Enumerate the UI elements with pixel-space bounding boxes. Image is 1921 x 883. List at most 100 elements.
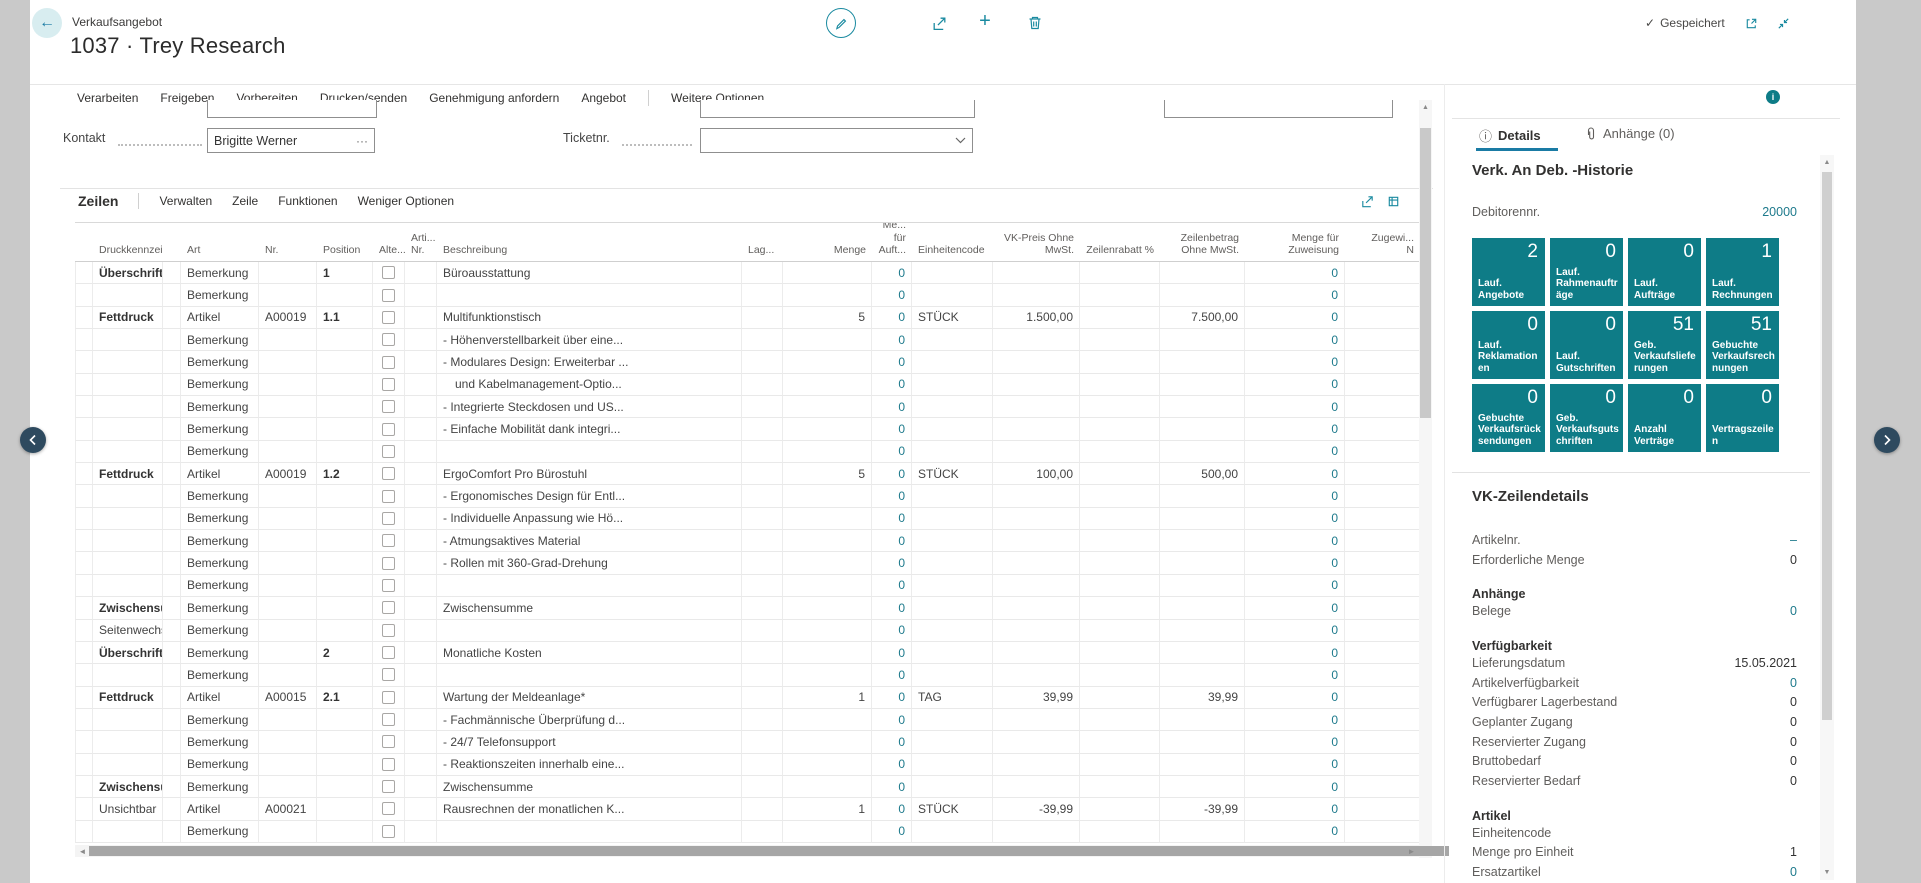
cell-einheit[interactable]: STÜCK bbox=[912, 306, 993, 330]
tab-attachments[interactable]: Anhänge (0) bbox=[1585, 126, 1675, 141]
cell-pos[interactable] bbox=[317, 597, 373, 620]
cell-sp[interactable] bbox=[163, 306, 181, 330]
cell-betrag[interactable] bbox=[1160, 440, 1245, 464]
cell-nr[interactable] bbox=[259, 641, 317, 665]
cell-artinr[interactable] bbox=[405, 396, 437, 419]
column-header-druck[interactable]: Druckkennzeic... bbox=[93, 223, 163, 261]
cell-einheit[interactable] bbox=[912, 396, 993, 419]
cell-rabatt[interactable] bbox=[1080, 306, 1160, 330]
cell-betrag[interactable]: -39,99 bbox=[1160, 798, 1245, 821]
column-header-einheit[interactable]: Einheitencode bbox=[912, 223, 993, 261]
cell-zugewi[interactable] bbox=[1345, 708, 1420, 732]
cell-menge[interactable] bbox=[783, 574, 872, 598]
lines-menu-item-1[interactable]: Zeile bbox=[232, 194, 258, 208]
cell-mengezuw[interactable]: 0 bbox=[1245, 708, 1345, 732]
cell-artinr[interactable] bbox=[405, 753, 437, 776]
cell-alte[interactable] bbox=[373, 641, 405, 665]
cell-zugewi[interactable] bbox=[1345, 552, 1420, 575]
cell-zugewi[interactable] bbox=[1345, 507, 1420, 531]
cell-alte[interactable] bbox=[373, 306, 405, 330]
cell-zugewi[interactable] bbox=[1345, 641, 1420, 665]
cell-einheit[interactable] bbox=[912, 775, 993, 799]
checkbox[interactable] bbox=[382, 824, 395, 838]
cell-alte[interactable] bbox=[373, 507, 405, 531]
cell-vkpreis[interactable] bbox=[993, 753, 1080, 776]
history-tile-9[interactable]: 0 Geb. Verkaufsgutschriften bbox=[1550, 384, 1623, 452]
cell-alte[interactable] bbox=[373, 686, 405, 709]
cell-druck[interactable] bbox=[93, 329, 163, 352]
cell-artinr[interactable] bbox=[405, 664, 437, 687]
cell-desc[interactable] bbox=[437, 440, 742, 464]
cell-menge[interactable]: 1 bbox=[783, 686, 872, 709]
cell-alte[interactable] bbox=[373, 463, 405, 486]
cell-art[interactable]: Bemerkung bbox=[181, 574, 259, 598]
cell-auft[interactable]: 0 bbox=[872, 440, 912, 464]
cell-lag[interactable] bbox=[742, 396, 783, 419]
ticketnr-field[interactable] bbox=[700, 128, 973, 153]
cell-lag[interactable] bbox=[742, 329, 783, 352]
cell-pos[interactable] bbox=[317, 507, 373, 531]
cell-pos[interactable] bbox=[317, 731, 373, 754]
history-tile-10[interactable]: 0 Anzahl Verträge bbox=[1628, 384, 1701, 452]
cell-artinr[interactable] bbox=[405, 284, 437, 307]
cell-artinr[interactable] bbox=[405, 597, 437, 620]
cell-desc[interactable]: - Höhenverstellbarkeit über eine... bbox=[437, 329, 742, 352]
vertical-scrollbar-thumb[interactable] bbox=[1420, 128, 1431, 418]
cell-artinr[interactable] bbox=[405, 619, 437, 642]
cell-auft[interactable]: 0 bbox=[872, 820, 912, 843]
cell-pos[interactable] bbox=[317, 820, 373, 843]
cell-mengezuw[interactable]: 0 bbox=[1245, 686, 1345, 709]
cell-artinr[interactable] bbox=[405, 820, 437, 843]
history-tile-7[interactable]: 51 Gebuchte Verkaufsrechnungen bbox=[1706, 311, 1779, 379]
column-header-mengezuw[interactable]: Menge für Zuweisung bbox=[1245, 223, 1345, 261]
cell-sp[interactable] bbox=[163, 798, 181, 821]
cell-desc[interactable] bbox=[437, 284, 742, 307]
cell-artinr[interactable] bbox=[405, 641, 437, 665]
cell-desc[interactable]: - Modulares Design: Erweiterbar ... bbox=[437, 351, 742, 374]
cell-sp[interactable] bbox=[163, 552, 181, 575]
cell-einheit[interactable] bbox=[912, 485, 993, 508]
cell-pos[interactable] bbox=[317, 440, 373, 464]
cell-auft[interactable]: 0 bbox=[872, 753, 912, 776]
kontakt-lookup-button[interactable]: ··· bbox=[356, 134, 368, 148]
cell-auft[interactable]: 0 bbox=[872, 664, 912, 687]
cell-nr[interactable] bbox=[259, 753, 317, 776]
cell-nr[interactable] bbox=[259, 373, 317, 397]
cell-auft[interactable]: 0 bbox=[872, 619, 912, 642]
cell-druck[interactable]: Fettdruck bbox=[93, 463, 163, 486]
delete-button[interactable] bbox=[1026, 14, 1044, 32]
cell-alte[interactable] bbox=[373, 485, 405, 508]
cell-auft[interactable]: 0 bbox=[872, 530, 912, 553]
checkbox[interactable] bbox=[382, 489, 395, 503]
cell-art[interactable]: Bemerkung bbox=[181, 284, 259, 307]
cell-vkpreis[interactable] bbox=[993, 708, 1080, 732]
cell-art[interactable]: Bemerkung bbox=[181, 530, 259, 553]
cell-lag[interactable] bbox=[742, 373, 783, 397]
horizontal-scrollbar[interactable]: ◄ ► bbox=[75, 845, 1449, 857]
cell-nr[interactable]: A00019 bbox=[259, 463, 317, 486]
cell-vkpreis[interactable] bbox=[993, 329, 1080, 352]
cell-rabatt[interactable] bbox=[1080, 775, 1160, 799]
cell-sp[interactable] bbox=[163, 351, 181, 374]
cell-artinr[interactable] bbox=[405, 418, 437, 441]
cell-betrag[interactable] bbox=[1160, 485, 1245, 508]
cell-desc[interactable]: - Ergonomisches Design für Entl... bbox=[437, 485, 742, 508]
cell-betrag[interactable] bbox=[1160, 775, 1245, 799]
cell-rabatt[interactable] bbox=[1080, 731, 1160, 754]
cell-art[interactable]: Bemerkung bbox=[181, 619, 259, 642]
checkbox[interactable] bbox=[382, 422, 395, 436]
cell-einheit[interactable] bbox=[912, 597, 993, 620]
cell-einheit[interactable] bbox=[912, 664, 993, 687]
checkbox[interactable] bbox=[382, 355, 395, 369]
cell-menge[interactable] bbox=[783, 664, 872, 687]
cell-sp[interactable] bbox=[163, 619, 181, 642]
cell-sel[interactable] bbox=[75, 820, 93, 843]
cell-nr[interactable] bbox=[259, 396, 317, 419]
cell-sel[interactable] bbox=[75, 641, 93, 665]
cell-betrag[interactable] bbox=[1160, 664, 1245, 687]
scroll-left-icon[interactable]: ◄ bbox=[76, 847, 89, 856]
cell-rabatt[interactable] bbox=[1080, 418, 1160, 441]
cell-mengezuw[interactable]: 0 bbox=[1245, 440, 1345, 464]
cell-sel[interactable] bbox=[75, 775, 93, 799]
cell-sel[interactable] bbox=[75, 574, 93, 598]
